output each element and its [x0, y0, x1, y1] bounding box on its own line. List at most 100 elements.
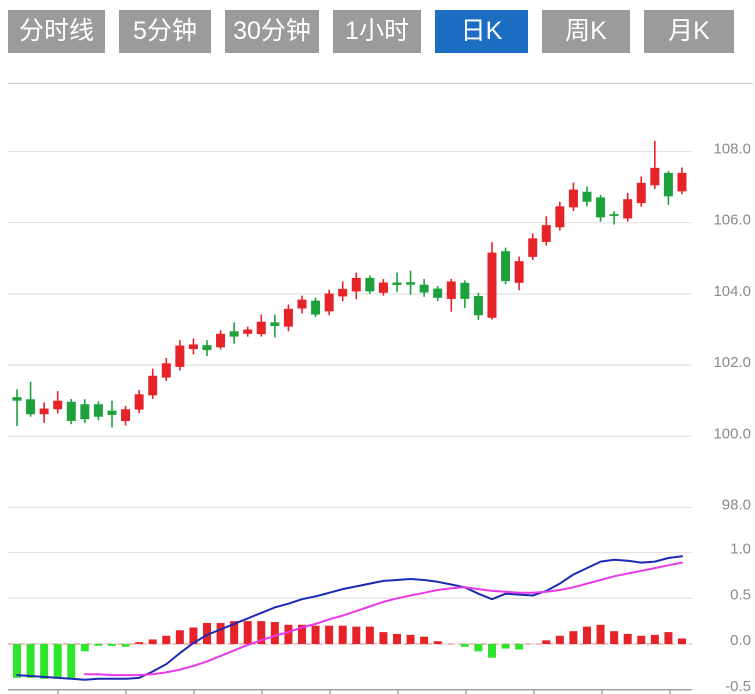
candle [623, 199, 632, 218]
candle [637, 183, 646, 203]
macd-bar [325, 626, 333, 644]
macd-bar [515, 644, 523, 649]
candle [596, 197, 605, 217]
macd-bar [67, 644, 75, 678]
macd-bar [583, 627, 591, 644]
macd-bar [461, 644, 469, 647]
macd-bar [352, 627, 360, 644]
axis-tick-label: -0.5 [725, 678, 751, 694]
candle [352, 278, 361, 292]
candle [53, 401, 62, 410]
macd-histogram-layer [13, 621, 686, 679]
axis-tick-label: 100.0 [713, 425, 751, 442]
candle [216, 334, 225, 348]
macd-bar [271, 622, 279, 644]
macd-bar [420, 637, 428, 644]
candle [202, 345, 211, 350]
macd-bar [339, 626, 347, 644]
candle [148, 376, 157, 396]
axis-tick-label: 1.0 [730, 541, 751, 558]
candle [677, 173, 686, 192]
candle [338, 289, 347, 296]
candle [501, 251, 510, 281]
macd-bar [312, 626, 320, 644]
macd-bar [366, 627, 374, 644]
candle [162, 363, 171, 377]
macd-bar [122, 644, 130, 647]
candle [243, 330, 252, 334]
macd-bar [81, 644, 89, 651]
macd-bar [393, 634, 401, 644]
candle [311, 301, 320, 315]
candle [582, 192, 591, 202]
candle [135, 394, 144, 409]
macd-bar [162, 636, 170, 644]
candle [121, 409, 130, 421]
candle [569, 190, 578, 208]
candle [26, 399, 35, 414]
axis-tick-label: 108.0 [713, 141, 751, 158]
macd-bar [624, 634, 632, 644]
candle [406, 282, 415, 284]
macd-bar [27, 644, 35, 678]
candle [487, 253, 496, 318]
macd-bar [379, 632, 387, 644]
candle [379, 283, 388, 293]
candle [542, 225, 551, 242]
candle [460, 283, 469, 299]
macd-bar [610, 631, 618, 644]
candle [555, 206, 564, 227]
candle [13, 397, 22, 401]
candle [67, 402, 76, 421]
macd-bar [664, 632, 672, 644]
axis-labels-layer: 108.0106.0104.0102.0100.098.01.00.50.0-0… [713, 141, 751, 694]
macd-bar [556, 636, 564, 644]
axis-tick-label: 104.0 [713, 283, 751, 300]
macd-bar [40, 644, 48, 679]
candle [664, 173, 673, 196]
macd-bar [502, 644, 510, 649]
macd-bar [176, 630, 184, 644]
macd-bar [637, 636, 645, 644]
macd-bar [284, 625, 292, 644]
macd-bar [488, 644, 496, 658]
candle [515, 261, 524, 283]
macd-bar [651, 635, 659, 644]
candle [257, 322, 266, 334]
macd-bar [542, 640, 550, 644]
candle [284, 309, 293, 327]
candle [610, 214, 619, 216]
macd-line-dif [17, 556, 682, 680]
macd-bar [434, 641, 442, 644]
candle [94, 404, 103, 416]
macd-bar [569, 631, 577, 644]
axis-tick-label: 98.0 [722, 497, 751, 514]
axis-tick-label: 106.0 [713, 212, 751, 229]
candle [447, 281, 456, 298]
macd-bar [13, 644, 21, 678]
macd-bar [108, 644, 116, 646]
macd-bar [217, 623, 225, 644]
candle [175, 346, 184, 367]
candle [189, 344, 198, 349]
macd-bar [678, 639, 686, 644]
candle [365, 278, 374, 292]
candle [433, 289, 442, 298]
macd-bar [474, 644, 482, 651]
axis-tick-label: 102.0 [713, 354, 751, 371]
candlestick-macd-chart: 108.0106.0104.0102.0100.098.01.00.50.0-0… [0, 0, 755, 694]
macd-bar [135, 642, 143, 644]
axis-tick-label: 0.0 [730, 632, 751, 649]
candle [230, 331, 239, 336]
candle [297, 300, 306, 309]
candle [325, 294, 334, 312]
macd-bar [597, 625, 605, 644]
macd-lines-layer [17, 556, 682, 680]
candle [392, 283, 401, 285]
macd-bar [244, 621, 252, 644]
stock-chart-app: 分时线 5分钟 30分钟 1小时 日K 周K 月K 108.0106.0104.… [0, 0, 755, 694]
candle [270, 322, 279, 326]
candles-layer [13, 141, 687, 428]
macd-bar [407, 635, 415, 644]
candle [107, 411, 116, 415]
